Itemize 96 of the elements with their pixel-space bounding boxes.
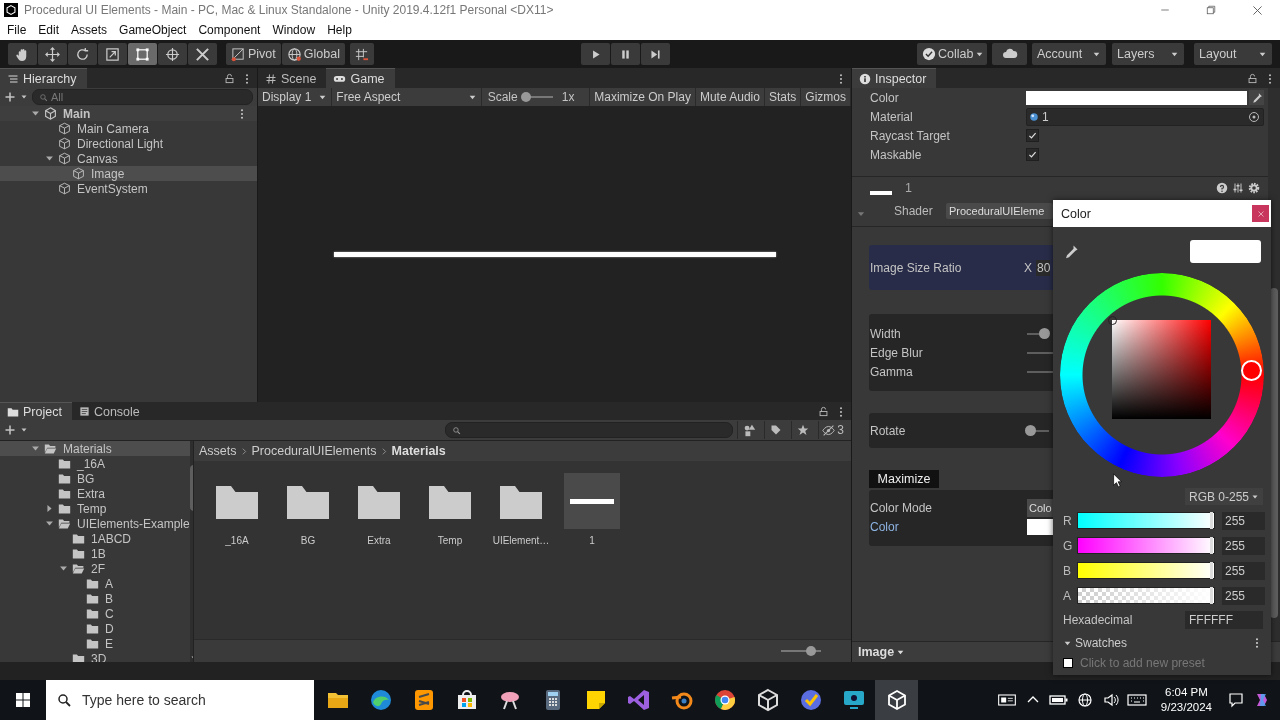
search-field[interactable]: Type here to search bbox=[46, 680, 314, 720]
field-label: Raycast Target bbox=[870, 128, 951, 143]
number-field[interactable]: 255 bbox=[1222, 561, 1265, 580]
number-field[interactable]: 255 bbox=[1222, 536, 1265, 555]
field-label: Color bbox=[870, 90, 900, 105]
scale-value: 1x bbox=[561, 90, 575, 104]
section-label: Swatches bbox=[1075, 636, 1128, 650]
color-mode-dropdown[interactable]: Colo bbox=[1027, 498, 1053, 517]
object-field[interactable]: 1 bbox=[1026, 107, 1264, 126]
field-label: Rotate bbox=[870, 423, 907, 438]
tree-item[interactable]: _16A bbox=[0, 456, 190, 471]
scale-label: Scale bbox=[487, 90, 518, 104]
aspect-dropdown[interactable]: Free Aspect bbox=[332, 88, 482, 106]
clock-time[interactable]: 6:04 PM bbox=[1165, 685, 1208, 700]
number-field[interactable]: 255 bbox=[1222, 586, 1265, 605]
asset-item[interactable]: Extra bbox=[349, 473, 409, 546]
menu-item[interactable]: Assets bbox=[65, 23, 114, 37]
tree-item[interactable]: Image bbox=[0, 166, 257, 181]
field-label: Color Mode bbox=[870, 500, 934, 515]
global-button[interactable]: Global bbox=[281, 43, 345, 65]
breadcrumb-item[interactable]: Materials bbox=[391, 444, 446, 458]
toggle-button[interactable]: Stats bbox=[764, 88, 802, 106]
color-mode-dropdown[interactable]: RGB 0-255 bbox=[1184, 488, 1263, 505]
asset-item[interactable]: 1 bbox=[562, 473, 622, 546]
tree-item[interactable]: Temp bbox=[0, 501, 190, 516]
menu-item[interactable]: Component bbox=[192, 23, 267, 37]
channel-label: B bbox=[1063, 563, 1072, 578]
field-label: Image Size Ratio bbox=[870, 260, 963, 275]
tree-item[interactable]: 2F bbox=[0, 561, 190, 576]
channel-label: G bbox=[1063, 538, 1073, 553]
maximize-button[interactable]: Maximize bbox=[869, 470, 939, 488]
channel-label: A bbox=[1063, 588, 1072, 603]
hint-text: Click to add new preset bbox=[1080, 656, 1205, 670]
menu-item[interactable]: Help bbox=[321, 23, 358, 37]
asset-item[interactable]: BG bbox=[278, 473, 338, 546]
tree-item[interactable]: D bbox=[0, 621, 190, 636]
field-label: Shader bbox=[894, 204, 934, 218]
preview-dropdown[interactable]: Image bbox=[852, 642, 912, 662]
material-name: 1 bbox=[905, 181, 912, 195]
tree-item[interactable]: 1ABCD bbox=[0, 531, 190, 546]
panel-tab[interactable]: Scene bbox=[258, 69, 327, 88]
tree-item[interactable]: Canvas bbox=[0, 151, 257, 166]
layout-dropdown[interactable]: Layout bbox=[1194, 43, 1272, 65]
collab-dropdown[interactable]: Collab bbox=[917, 43, 987, 65]
tree-item[interactable]: Materials bbox=[0, 441, 190, 456]
tree-item[interactable]: 3D bbox=[0, 651, 190, 662]
hidden-packages-button[interactable]: 3 bbox=[818, 421, 847, 439]
tree-item[interactable]: 1B bbox=[0, 546, 190, 561]
breadcrumb-item[interactable]: Assets bbox=[199, 444, 237, 458]
tree-item[interactable]: Extra bbox=[0, 486, 190, 501]
clock-date[interactable]: 9/23/2024 bbox=[1160, 700, 1212, 715]
menu-item[interactable]: Edit bbox=[32, 23, 66, 37]
layers-dropdown[interactable]: Layers bbox=[1112, 43, 1184, 65]
tree-item[interactable]: B bbox=[0, 591, 190, 606]
panel-tab[interactable]: Project bbox=[0, 402, 72, 420]
display-dropdown[interactable]: Display 1 bbox=[258, 88, 333, 106]
channel-label: R bbox=[1063, 513, 1073, 528]
field-label: Color bbox=[870, 519, 900, 534]
pivot-button[interactable]: Pivot bbox=[226, 43, 281, 65]
window-title: Procedural UI Elements - Main - PC, Mac & Linux Standalone - Unity 2019.4.12f1 Personal <DX11> bbox=[24, 3, 554, 17]
shader-dropdown[interactable]: ProceduralUIEleme bbox=[946, 203, 1053, 219]
asset-item[interactable]: Temp bbox=[420, 473, 480, 546]
field-label: Maskable bbox=[870, 147, 923, 162]
axis-label: X bbox=[1024, 260, 1032, 275]
tree-item[interactable]: Directional Light bbox=[0, 136, 257, 151]
panel-tab[interactable]: Game bbox=[326, 68, 395, 88]
toggle-button[interactable]: Maximize On Play bbox=[590, 88, 696, 106]
menu-item[interactable]: File bbox=[1, 23, 33, 37]
asset-item[interactable]: UIElement… bbox=[491, 473, 551, 546]
tree-item[interactable]: EventSystem bbox=[0, 181, 257, 196]
field-label: Hexadecimal bbox=[1063, 613, 1133, 627]
number-field[interactable]: 80 bbox=[1036, 259, 1051, 276]
menu-item[interactable]: GameObject bbox=[113, 23, 193, 37]
toggle-button[interactable]: Mute Audio bbox=[695, 88, 765, 106]
panel-tab[interactable]: Inspector bbox=[852, 68, 937, 88]
tree-item[interactable]: UIElements-Example bbox=[0, 516, 190, 531]
field-label: Edge Blur bbox=[870, 345, 924, 360]
menu-item[interactable]: Window bbox=[266, 23, 322, 37]
tree-item[interactable]: C bbox=[0, 606, 190, 621]
account-dropdown[interactable]: Account bbox=[1032, 43, 1106, 65]
field-label: Gamma bbox=[870, 364, 914, 379]
field-label: Width bbox=[870, 326, 902, 341]
hex-field[interactable]: FFFFFF bbox=[1185, 611, 1263, 629]
number-field[interactable]: 255 bbox=[1222, 511, 1265, 530]
tree-item[interactable]: Main Camera bbox=[0, 121, 257, 136]
panel-tab[interactable]: Hierarchy bbox=[0, 68, 87, 88]
toggle-button[interactable]: Gizmos bbox=[801, 88, 851, 106]
breadcrumb-item[interactable]: ProceduralUIElements bbox=[251, 444, 377, 458]
field-label: Material bbox=[870, 109, 914, 124]
tree-item[interactable]: BG bbox=[0, 471, 190, 486]
asset-item[interactable]: _16A bbox=[207, 473, 267, 546]
tree-item[interactable]: Main bbox=[0, 106, 257, 121]
tree-item[interactable]: E bbox=[0, 636, 190, 651]
panel-tab[interactable]: Console bbox=[71, 403, 150, 420]
tree-item[interactable]: A bbox=[0, 576, 190, 591]
picker-title: Color bbox=[1061, 206, 1091, 221]
